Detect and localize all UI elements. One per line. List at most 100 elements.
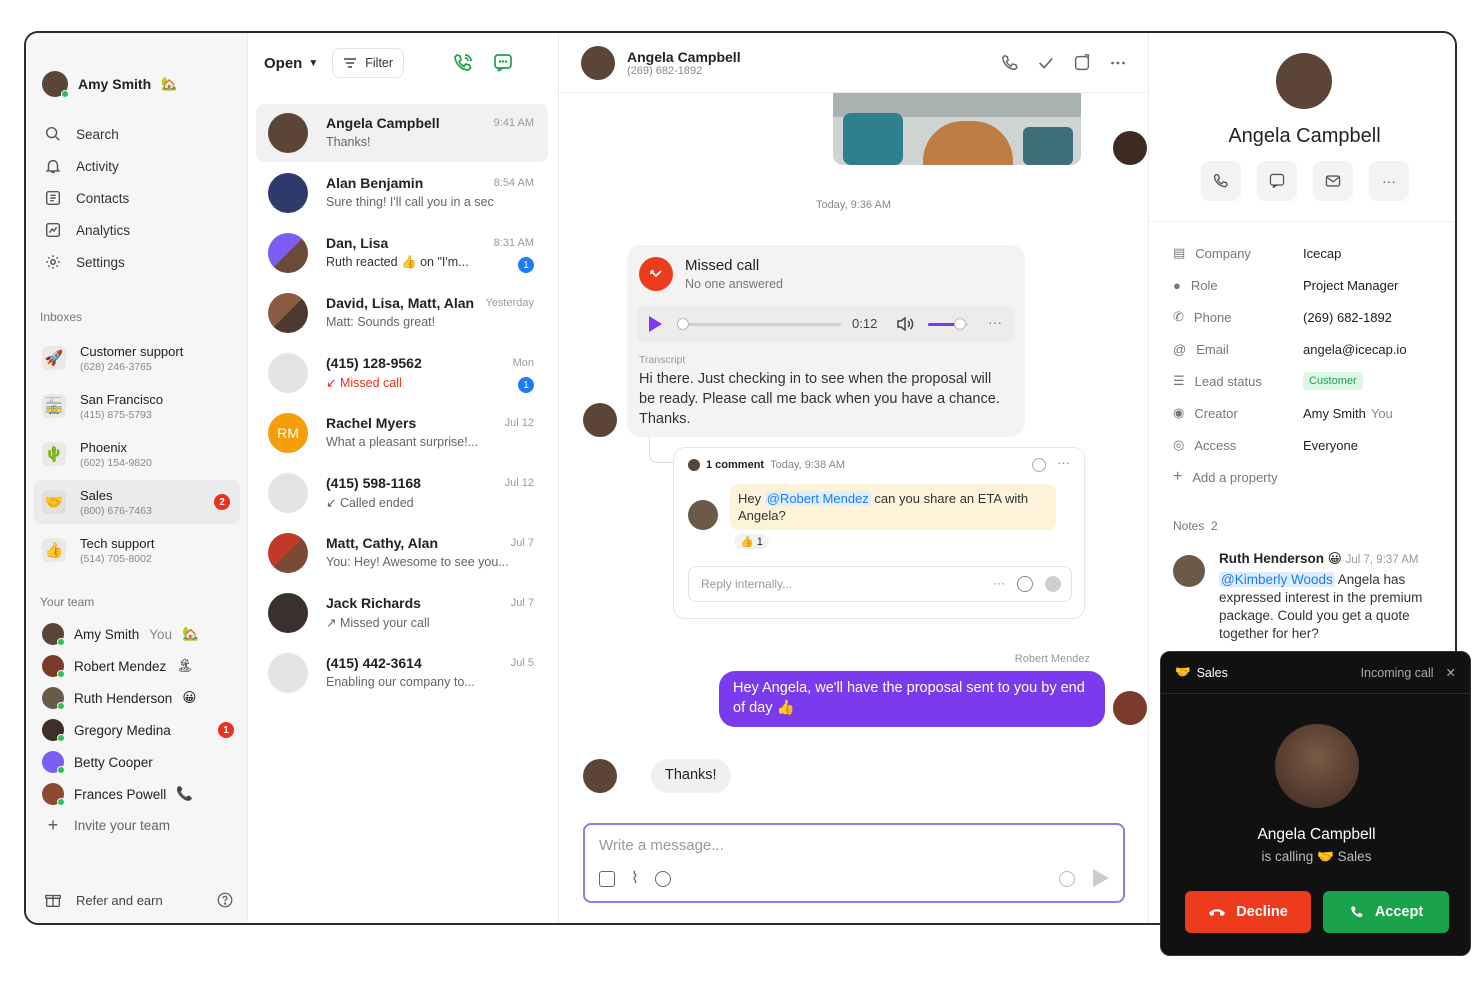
conversation-item[interactable]: David, Lisa, Matt, Alan Yesterday Matt: … [256,284,548,342]
attachment-icon[interactable]: ⌇ [631,871,639,887]
resolve-icon[interactable] [1032,458,1046,472]
inbox-phoenix[interactable]: 🌵 Phoenix (602) 154-9820 [34,432,240,476]
play-icon[interactable] [649,316,662,332]
message-composer[interactable]: Write a message... ⌇ [583,823,1125,903]
avatar [268,593,308,633]
conversation-item[interactable]: Matt, Cathy, Alan Jul 7 You: Hey! Awesom… [256,524,548,582]
team-member-amy[interactable]: Amy Smith You 🏡 [42,623,199,646]
conversation-time: 8:31 AM [493,237,534,249]
team-member-betty[interactable]: Betty Cooper [42,751,153,774]
conversation-item[interactable]: Dan, Lisa 8:31 AM Ruth reacted 👍 on "I'm… [256,224,548,282]
conversation-item[interactable]: RM Rachel Myers Jul 12 What a pleasant s… [256,404,548,462]
send-icon[interactable] [1045,576,1061,592]
more-icon[interactable] [1108,53,1128,73]
invite-team-button[interactable]: + Invite your team [42,815,170,836]
decline-button[interactable]: Decline [1185,891,1311,933]
message-icon [1269,173,1285,189]
team-member-frances[interactable]: Frances Powell 📞 [42,783,194,806]
chat-contact-phone: (269) 682-1892 [627,64,703,77]
reply-internally-input[interactable]: Reply internally... ··· [688,566,1072,602]
avatar [42,655,65,678]
nav-settings[interactable]: Settings [44,246,130,278]
unread-badge: 1 [518,257,534,273]
nav-contacts[interactable]: Contacts [44,182,130,214]
mention-link[interactable]: @Robert Mendez [764,491,871,506]
chat-actions [1000,53,1128,73]
emoji-icon[interactable] [654,871,671,887]
conversation-item[interactable]: Angela Campbell 9:41 AM Thanks! [256,104,548,162]
comment-time: Today, 9:38 AM [770,459,846,471]
email-contact-button[interactable] [1313,161,1353,201]
message-contact-button[interactable] [1257,161,1297,201]
emoji-icon[interactable] [1017,576,1033,592]
check-icon[interactable] [1036,53,1056,73]
inbox-sales[interactable]: 🤝 Sales (800) 676-7463 2 [34,480,240,524]
inbox-san-francisco[interactable]: 🚋 San Francisco (415) 875-5793 [34,384,240,428]
call-contact-button[interactable] [1201,161,1241,201]
inbox-name: Customer support [80,343,184,359]
more-icon[interactable]: ··· [1057,455,1070,470]
snooze-icon[interactable] [1072,53,1092,73]
team-member-gregory[interactable]: Gregory Medina 1 [42,719,234,742]
conversation-item[interactable]: Jack Richards Jul 7 ↗ Missed your call [256,584,548,642]
playback-track[interactable] [677,318,841,330]
snippet-icon[interactable] [599,871,615,887]
conversation-time: Jul 7 [510,597,534,609]
gear-icon [46,255,60,269]
new-message-icon[interactable] [492,52,514,74]
sidebar: Amy Smith 🏡 Search Activity Contacts Ana… [26,33,248,923]
conversation-item[interactable]: (415) 128-9562 Mon ↙ Missed call 1 [256,344,548,402]
inbox-customer-support[interactable]: 🚀 Customer support (628) 246-3765 [34,336,240,380]
property-lead-status[interactable]: ☰ Lead status Customer [1173,365,1407,397]
close-icon[interactable]: ✕ [1446,665,1456,680]
property-phone[interactable]: ✆ Phone (269) 682-1892 [1173,301,1407,333]
nav-activity[interactable]: Activity [44,150,130,182]
property-role[interactable]: ● Role Project Manager [1173,269,1407,301]
status-dropdown[interactable]: Open ▼ [264,55,318,72]
filter-button[interactable]: Filter [332,48,405,78]
attached-image[interactable] [833,93,1081,165]
conversation-item[interactable]: (415) 442-3614 Jul 5 Enabling our compan… [256,644,548,702]
status-emoji: 🏡 [182,626,199,641]
property-company[interactable]: ▤ Company Icecap [1173,237,1407,269]
refer-and-earn[interactable]: Refer and earn [44,891,234,909]
volume-icon[interactable] [895,315,915,333]
help-icon[interactable] [216,891,234,909]
playback-knob[interactable] [677,318,689,330]
voicemail-player: 0:12 ··· [637,305,1014,343]
volume-knob[interactable] [954,318,966,330]
team-member-robert[interactable]: Robert Mendez 🏝 [42,655,193,678]
schedule-icon[interactable] [1059,871,1075,887]
more-icon[interactable]: ··· [988,314,1002,330]
volume-slider[interactable] [928,318,968,330]
call-icon[interactable] [1000,53,1020,73]
creator-icon: ◉ [1173,405,1185,420]
more-contact-button[interactable]: ··· [1369,161,1409,201]
conversation-item[interactable]: Alan Benjamin 8:54 AM Sure thing! I'll c… [256,164,548,222]
nav-search[interactable]: Search [44,118,130,150]
nav-analytics[interactable]: Analytics [44,214,130,246]
conversation-item[interactable]: (415) 598-1168 Jul 12 ↙ Called ended [256,464,548,522]
inbox-tech-support[interactable]: 👍 Tech support (514) 705-8002 [34,528,240,572]
property-value: Icecap [1303,245,1342,261]
mention-link[interactable]: @Kimberly Woods [1219,572,1335,587]
current-user[interactable]: Amy Smith 🏡 [42,71,177,98]
new-call-icon[interactable] [452,52,474,74]
property-creator[interactable]: ◉ Creator Amy Smith You [1173,397,1407,429]
add-property-button[interactable]: + Add a property [1173,461,1407,493]
conversation-title: David, Lisa, Matt, Alan [326,295,475,311]
property-value: Amy Smith [1303,405,1366,421]
accept-button[interactable]: Accept [1323,891,1449,933]
incoming-message: Thanks! [651,759,731,793]
property-email[interactable]: @ Email angela@icecap.io [1173,333,1407,365]
status-emoji: 📞 [176,786,194,801]
property-access[interactable]: ◎ Access Everyone [1173,429,1407,461]
avatar [583,403,617,437]
send-icon[interactable] [1093,869,1109,887]
reaction-chip[interactable]: 👍 1 [734,534,769,549]
more-icon[interactable]: ··· [993,576,1005,590]
unread-badge: 1 [518,377,534,393]
team-member-ruth[interactable]: Ruth Henderson 😀 [42,687,196,710]
inbox-name: Phoenix [80,439,127,455]
outgoing-call-arrow-icon: ↗ [326,616,340,630]
